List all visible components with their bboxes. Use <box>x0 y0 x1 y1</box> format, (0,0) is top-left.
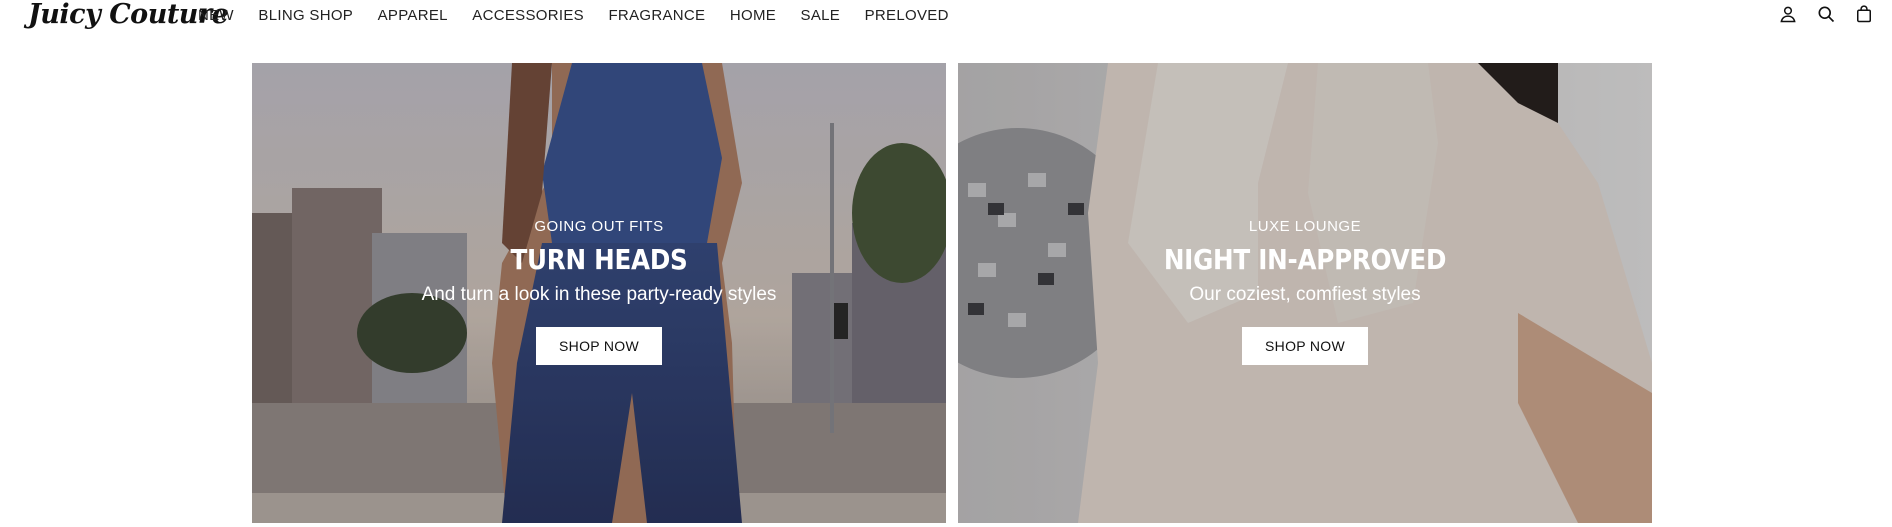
nav-item-accessories[interactable]: ACCESSORIES <box>472 7 584 24</box>
banner-title: TURN HEADS <box>510 243 688 276</box>
banner-eyebrow: LUXE LOUNGE <box>1248 218 1362 235</box>
banner-copy: GOING OUT FITS TURN HEADS And turn a loo… <box>252 217 946 365</box>
nav-item-home[interactable]: HOME <box>730 7 776 24</box>
nav-item-preloved[interactable]: PRELOVED <box>865 7 949 24</box>
banner-eyebrow: GOING OUT FITS <box>534 218 664 235</box>
nav-item-fragrance[interactable]: FRAGRANCE <box>608 7 705 24</box>
banner-copy: LUXE LOUNGE NIGHT IN-APPROVED Our cozies… <box>958 217 1652 365</box>
banner-title: NIGHT IN-APPROVED <box>1163 243 1447 276</box>
search-icon[interactable] <box>1816 3 1836 25</box>
main-nav: NEW BLING SHOP APPAREL ACCESSORIES FRAGR… <box>198 0 973 30</box>
nav-item-sale[interactable]: SALE <box>801 7 841 24</box>
banner-subtitle: And turn a look in these party-ready sty… <box>421 284 777 305</box>
account-icon[interactable] <box>1778 3 1798 25</box>
header-icons <box>1778 3 1874 25</box>
site-header: Juicy Couture NEW BLING SHOP APPAREL ACC… <box>0 0 1892 32</box>
shopping-bag-icon[interactable] <box>1854 3 1874 25</box>
nav-item-bling-shop[interactable]: BLING SHOP <box>258 7 353 24</box>
nav-item-new[interactable]: NEW <box>198 7 234 24</box>
nav-item-apparel[interactable]: APPAREL <box>378 7 448 24</box>
banner-subtitle: Our coziest, comfiest styles <box>1189 284 1421 305</box>
shop-now-button[interactable]: SHOP NOW <box>536 327 662 365</box>
shop-now-button[interactable]: SHOP NOW <box>1242 327 1368 365</box>
promo-banner-luxe-lounge[interactable]: LUXE LOUNGE NIGHT IN-APPROVED Our cozies… <box>958 63 1652 523</box>
promo-banner-going-out[interactable]: GOING OUT FITS TURN HEADS And turn a loo… <box>252 63 946 523</box>
